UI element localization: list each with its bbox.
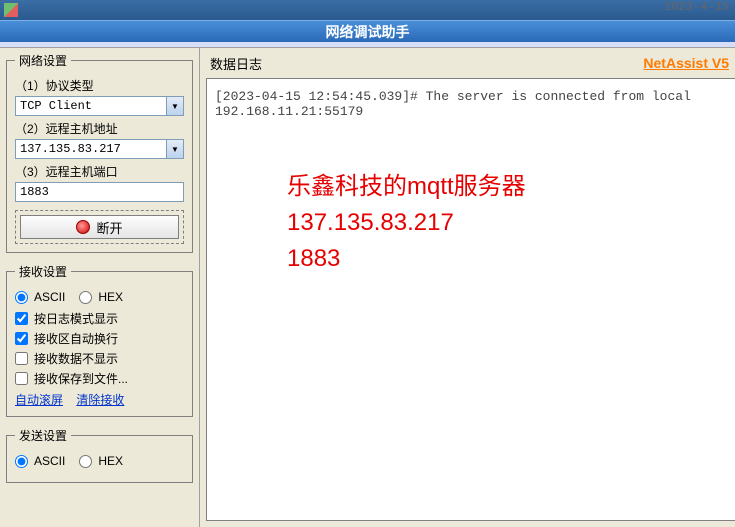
log-tab-label: 数据日志 bbox=[206, 54, 262, 73]
receive-settings-group: 接收设置 ASCII HEX 按日志模式显示 接收区自动换行 bbox=[6, 263, 193, 417]
system-taskbar bbox=[0, 0, 735, 20]
recv-check-autowrap[interactable]: 接收区自动换行 bbox=[15, 330, 184, 347]
checkbox-label: 按日志模式显示 bbox=[34, 310, 118, 327]
window-title: 网络调试助手 bbox=[326, 22, 410, 42]
date-fragment: 2023-4-15 bbox=[664, 0, 729, 14]
network-settings-group: 网络设置 （1）协议类型 TCP Client ▼ （2）远程主机地址 137.… bbox=[6, 52, 193, 253]
chevron-down-icon[interactable]: ▼ bbox=[166, 139, 184, 159]
send-radio-ascii[interactable]: ASCII bbox=[15, 454, 65, 468]
left-panel: 网络设置 （1）协议类型 TCP Client ▼ （2）远程主机地址 137.… bbox=[0, 48, 200, 527]
protocol-type-label: （1）协议类型 bbox=[15, 77, 184, 94]
link-autoscroll[interactable]: 自动滚屏 bbox=[15, 393, 63, 407]
send-settings-legend: 发送设置 bbox=[15, 427, 71, 444]
radio-label: HEX bbox=[98, 454, 123, 468]
recv-check-hidedata[interactable]: 接收数据不显示 bbox=[15, 350, 184, 367]
checkbox-label: 接收区自动换行 bbox=[34, 330, 118, 347]
protocol-type-select[interactable]: TCP Client ▼ bbox=[15, 96, 184, 116]
remote-host-label: （2）远程主机地址 bbox=[15, 120, 184, 137]
network-settings-legend: 网络设置 bbox=[15, 52, 71, 69]
checkbox-input[interactable] bbox=[15, 352, 28, 365]
recv-check-logmode[interactable]: 按日志模式显示 bbox=[15, 310, 184, 327]
checkbox-label: 接收保存到文件... bbox=[34, 370, 128, 387]
brand-link[interactable]: NetAssist V5 bbox=[643, 55, 729, 71]
remote-port-input[interactable] bbox=[15, 182, 184, 202]
checkbox-label: 接收数据不显示 bbox=[34, 350, 118, 367]
log-textarea[interactable]: [2023-04-15 12:54:45.039]# The server is… bbox=[206, 78, 735, 521]
recv-check-savefile[interactable]: 接收保存到文件... bbox=[15, 370, 184, 387]
window-titlebar: 网络调试助手 bbox=[0, 20, 735, 42]
remote-port-label: （3）远程主机端口 bbox=[15, 163, 184, 180]
send-radio-hex[interactable]: HEX bbox=[79, 454, 123, 468]
app-sysicon bbox=[4, 3, 18, 17]
annotation-line: 1883 bbox=[287, 241, 526, 277]
chevron-down-icon[interactable]: ▼ bbox=[166, 96, 184, 116]
remote-host-select[interactable]: 137.135.83.217 ▼ bbox=[15, 139, 184, 159]
right-panel: 数据日志 NetAssist V5 [2023-04-15 12:54:45.0… bbox=[200, 48, 735, 527]
send-settings-group: 发送设置 ASCII HEX bbox=[6, 427, 193, 483]
checkbox-input[interactable] bbox=[15, 312, 28, 325]
checkbox-input[interactable] bbox=[15, 372, 28, 385]
protocol-type-value: TCP Client bbox=[15, 96, 166, 116]
disconnect-button[interactable]: 断开 bbox=[20, 215, 179, 239]
annotation-line: 137.135.83.217 bbox=[287, 205, 526, 241]
record-icon bbox=[76, 220, 90, 234]
recv-radio-hex[interactable]: HEX bbox=[79, 290, 123, 304]
disconnect-label: 断开 bbox=[96, 218, 122, 237]
recv-radio-ascii[interactable]: ASCII bbox=[15, 290, 65, 304]
log-line: [2023-04-15 12:54:45.039]# The server is… bbox=[215, 89, 727, 104]
checkbox-input[interactable] bbox=[15, 332, 28, 345]
receive-settings-legend: 接收设置 bbox=[15, 263, 71, 280]
radio-input[interactable] bbox=[15, 455, 28, 468]
remote-host-value: 137.135.83.217 bbox=[15, 139, 166, 159]
log-line: 192.168.11.21:55179 bbox=[215, 104, 727, 119]
radio-input[interactable] bbox=[15, 291, 28, 304]
radio-input[interactable] bbox=[79, 455, 92, 468]
link-clear-recv[interactable]: 清除接收 bbox=[76, 393, 124, 407]
radio-label: ASCII bbox=[34, 290, 65, 304]
radio-label: ASCII bbox=[34, 454, 65, 468]
radio-input[interactable] bbox=[79, 291, 92, 304]
annotation-line: 乐鑫科技的mqtt服务器 bbox=[287, 169, 526, 205]
radio-label: HEX bbox=[98, 290, 123, 304]
overlay-annotation: 乐鑫科技的mqtt服务器 137.135.83.217 1883 bbox=[287, 169, 526, 277]
